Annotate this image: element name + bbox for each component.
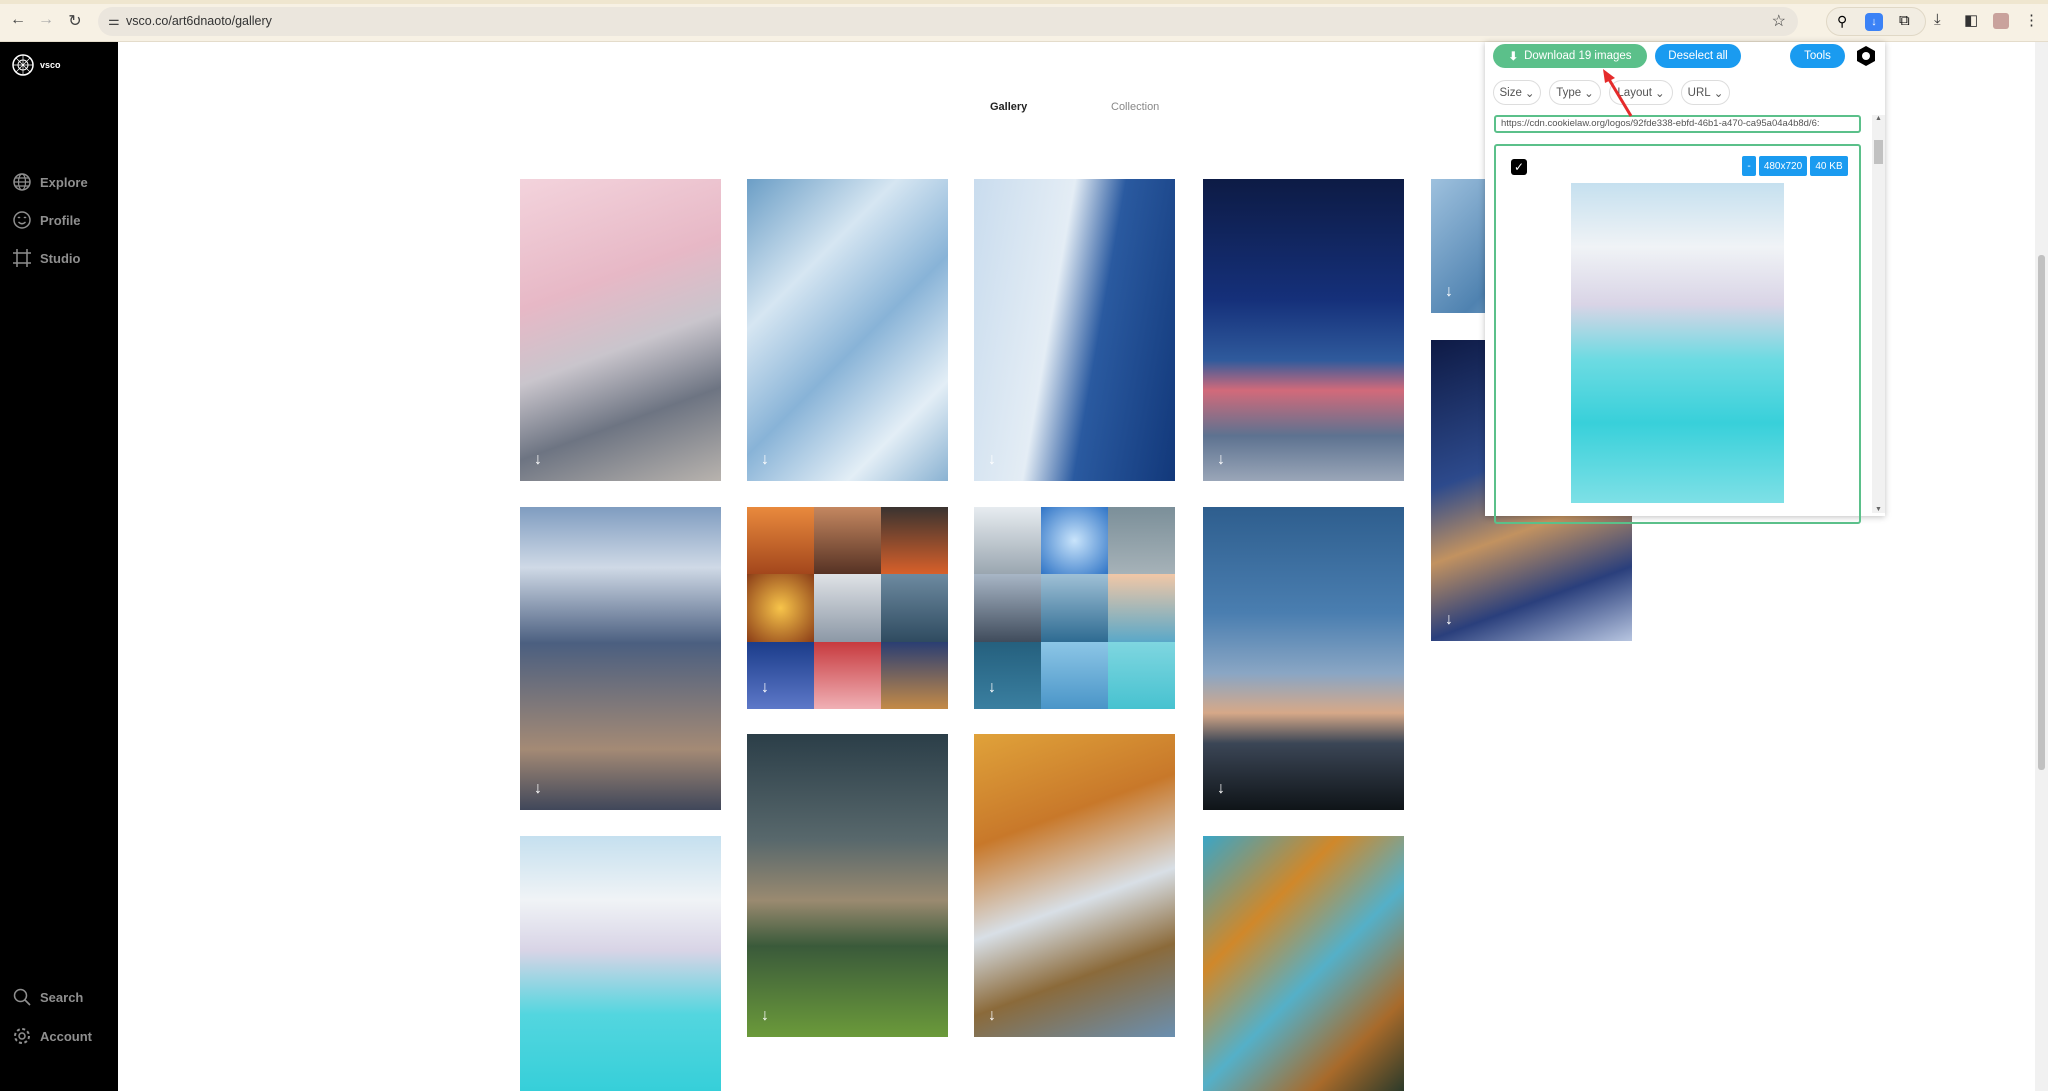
download-icon[interactable]: ↓	[988, 451, 996, 469]
image-preview[interactable]	[1571, 183, 1784, 503]
gear-icon	[14, 1028, 30, 1044]
url-text[interactable]: vsco.co/art6dnaoto/gallery	[126, 14, 272, 28]
download-icon[interactable]: ↓	[761, 679, 769, 697]
download-label: Download 19 images	[1524, 50, 1632, 62]
sidebar-item-profile[interactable]: Profile	[12, 210, 80, 230]
reload-icon[interactable]: ↻	[65, 11, 85, 31]
image-downloader-extension-icon[interactable]: ↓	[1865, 13, 1883, 31]
tab-gallery[interactable]: Gallery	[990, 101, 1027, 113]
gallery-photo[interactable]: ↓	[1203, 179, 1404, 481]
download-icon[interactable]: ↓	[988, 679, 996, 697]
image-url-field[interactable]: https://cdn.cookielaw.org/logos/92fde338…	[1494, 115, 1861, 133]
sidebar-item-label: Account	[40, 1028, 92, 1044]
sidebar-item-label: Profile	[40, 212, 81, 228]
page-scrollbar[interactable]	[2035, 42, 2048, 1091]
menu-icon[interactable]: ⋮	[2024, 11, 2039, 29]
back-icon[interactable]: ←	[8, 11, 28, 29]
gallery-photo[interactable]	[1203, 836, 1404, 1091]
image-checkbox[interactable]: ✓	[1511, 159, 1527, 175]
badge-filesize: 40 KB	[1810, 156, 1848, 176]
sidebar-item-account[interactable]: Account	[12, 1026, 92, 1046]
chevron-down-icon: ⌄	[1654, 87, 1665, 100]
download-icon[interactable]: ↓	[1445, 283, 1453, 301]
downloads-icon[interactable]: ⤓	[1934, 11, 1941, 28]
logo-text: vsco	[40, 60, 61, 70]
bookmark-star-icon[interactable]: ☆	[1772, 11, 1786, 31]
chevron-down-icon: ⌄	[1713, 87, 1724, 100]
sidebar-item-search[interactable]: Search	[12, 987, 83, 1007]
gallery-photo[interactable]	[520, 836, 721, 1091]
download-icon[interactable]: ↓	[534, 451, 542, 469]
type-filter[interactable]: Type ⌄	[1549, 80, 1601, 105]
search-icon	[13, 988, 31, 1006]
gallery-photo[interactable]: ↓	[520, 507, 721, 810]
download-icon[interactable]: ↓	[761, 1007, 769, 1025]
sidebar-item-label: Search	[40, 989, 84, 1005]
gallery-photo-collage[interactable]: ↓	[974, 507, 1175, 709]
key-icon[interactable]: ⚲	[1837, 13, 1847, 30]
gallery-photo[interactable]: ↓	[974, 179, 1175, 481]
gallery-photo-collage[interactable]: ↓	[747, 507, 948, 709]
tab-collection[interactable]: Collection	[1111, 101, 1159, 113]
sidebar-item-label: Studio	[40, 250, 81, 266]
profile-avatar[interactable]	[1993, 13, 2009, 29]
sidebar-item-label: Explore	[40, 174, 88, 190]
filter-label: URL	[1687, 86, 1711, 99]
filter-label: Type	[1556, 86, 1582, 99]
gallery-photo[interactable]: ↓	[520, 179, 721, 481]
download-icon[interactable]: ↓	[1217, 780, 1225, 798]
badge-dimensions: 480x720	[1759, 156, 1807, 176]
chevron-down-icon: ⌄	[1524, 87, 1535, 100]
smiley-icon	[13, 211, 31, 229]
gallery-photo[interactable]: ↓	[747, 179, 948, 481]
vsco-logo[interactable]: vsco	[12, 54, 61, 76]
download-icon: ⬇	[1508, 51, 1519, 63]
download-icon[interactable]: ↓	[988, 1007, 996, 1025]
deselect-all-button[interactable]: Deselect all	[1655, 44, 1741, 68]
scroll-down-icon[interactable]: ▼	[1875, 506, 1882, 513]
puzzle-icon[interactable]: ⧉	[1899, 12, 1910, 29]
site-settings-icon[interactable]: ⚌	[108, 13, 120, 29]
filter-label: Size	[1499, 86, 1522, 99]
vsco-logo-icon	[12, 54, 34, 76]
browser-toolbar: ← → ↻ ⚌ vsco.co/art6dnaoto/gallery ☆ ⚲ ↓…	[0, 0, 2048, 42]
sidebar-item-studio[interactable]: Studio	[12, 248, 80, 268]
tab-strip	[0, 0, 2048, 4]
red-annotation-arrow	[1603, 69, 1633, 117]
scroll-up-icon[interactable]: ▲	[1875, 115, 1882, 122]
image-downloader-popup: ⬇ Download 19 images Deselect all Tools S…	[1485, 42, 1885, 524]
gallery-photo[interactable]: ↓	[974, 734, 1175, 1037]
chevron-down-icon: ⌄	[1584, 87, 1594, 100]
page-scrollbar-thumb[interactable]	[2038, 255, 2045, 770]
download-icon[interactable]: ↓	[1217, 451, 1225, 469]
popup-scrollbar[interactable]: ▲ ▼	[1872, 115, 1885, 513]
sidebar: vsco Explore Profile Studio Search Accou…	[0, 42, 118, 1091]
size-filter[interactable]: Size ⌄	[1493, 80, 1541, 105]
download-icon[interactable]: ↓	[534, 780, 542, 798]
gallery-photo[interactable]: ↓	[747, 734, 948, 1037]
url-filter[interactable]: URL ⌄	[1681, 80, 1730, 105]
forward-icon[interactable]: →	[36, 11, 56, 29]
gallery-photo[interactable]: ↓	[1203, 507, 1404, 810]
crop-icon	[13, 249, 31, 267]
badge-open[interactable]: -	[1742, 156, 1756, 176]
side-panel-icon[interactable]: ◧	[1964, 11, 1978, 29]
image-card[interactable]: ✓ - 480x720 40 KB	[1494, 144, 1861, 524]
tools-button[interactable]: Tools	[1790, 44, 1845, 68]
download-icon[interactable]: ↓	[1445, 611, 1453, 629]
extension-tray: ⚲ ↓ ⧉	[1826, 7, 1926, 36]
settings-hex-icon[interactable]	[1855, 45, 1877, 67]
popup-scrollbar-thumb[interactable]	[1874, 140, 1883, 164]
address-bar[interactable]: ⚌ vsco.co/art6dnaoto/gallery ☆	[98, 7, 1798, 36]
download-icon[interactable]: ↓	[761, 451, 769, 469]
globe-icon	[13, 173, 31, 191]
sidebar-item-explore[interactable]: Explore	[12, 172, 88, 192]
